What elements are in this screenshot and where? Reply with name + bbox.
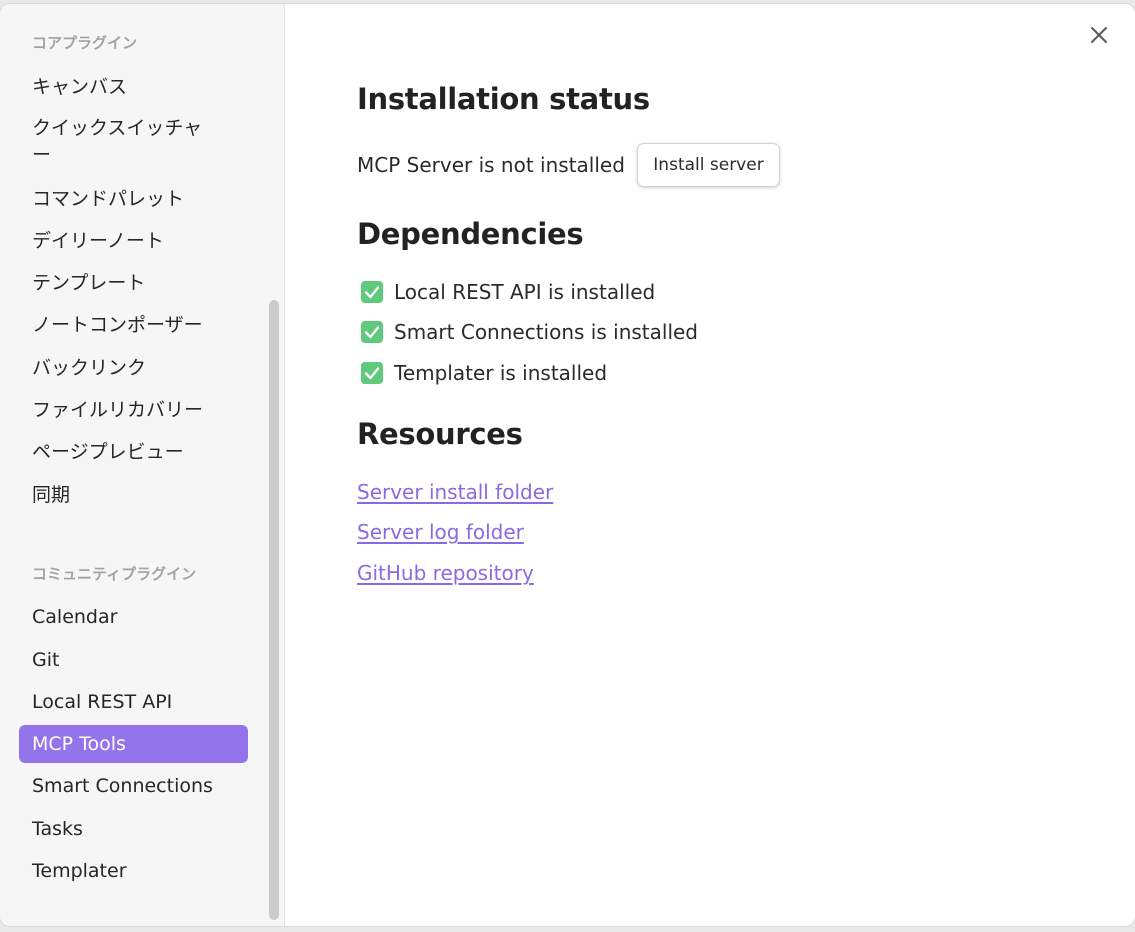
sidebar-item-command-palette[interactable]: コマンドパレット [19, 180, 248, 218]
server-log-folder-link[interactable]: Server log folder [357, 520, 524, 544]
settings-sidebar: コアプラグイン キャンバス クイックスイッチャー コマンドパレット デイリーノー… [0, 4, 285, 926]
sidebar-item-mcp-tools[interactable]: MCP Tools [19, 725, 248, 763]
server-status-text: MCP Server is not installed [357, 153, 625, 177]
sidebar-item-local-rest-api[interactable]: Local REST API [19, 683, 248, 721]
sidebar-item-templates[interactable]: テンプレート [19, 264, 248, 302]
sidebar-item-note-composer[interactable]: ノートコンポーザー [19, 306, 248, 344]
sidebar-item-page-preview[interactable]: ページプレビュー [19, 433, 248, 471]
sidebar-item-backlinks[interactable]: バックリンク [19, 349, 248, 387]
dependency-smart-connections: Smart Connections is installed [394, 320, 698, 344]
sidebar-item-tasks[interactable]: Tasks [19, 810, 248, 848]
sidebar-item-sync[interactable]: 同期 [19, 476, 248, 514]
checkbox-checked-icon [361, 281, 383, 303]
sidebar-item-quick-switcher[interactable]: クイックスイッチャー [19, 115, 219, 171]
sidebar-scrollbar[interactable] [269, 300, 279, 920]
sidebar-item-templater[interactable]: Templater [19, 852, 248, 890]
dependency-templater: Templater is installed [394, 361, 608, 385]
checkbox-checked-icon [361, 362, 383, 384]
sidebar-item-git[interactable]: Git [19, 641, 248, 679]
install-server-button[interactable]: Install server [637, 143, 780, 187]
settings-content: Installation status MCP Server is not in… [285, 4, 1135, 926]
dependency-local-rest-api: Local REST API is installed [394, 280, 656, 304]
settings-modal: コアプラグイン キャンバス クイックスイッチャー コマンドパレット デイリーノー… [0, 4, 1135, 926]
dependencies-heading: Dependencies [357, 217, 584, 251]
community-plugins-heading: コミュニティプラグイン [32, 565, 197, 583]
installation-status-heading: Installation status [357, 82, 650, 116]
sidebar-item-daily-notes[interactable]: デイリーノート [19, 222, 248, 260]
sidebar-item-smart-connections[interactable]: Smart Connections [19, 767, 248, 805]
sidebar-item-calendar[interactable]: Calendar [19, 598, 248, 636]
resources-heading: Resources [357, 417, 523, 451]
core-plugins-heading: コアプラグイン [32, 34, 138, 52]
github-repository-link[interactable]: GitHub repository [357, 561, 534, 585]
sidebar-item-canvas[interactable]: キャンバス [19, 68, 248, 106]
server-install-folder-link[interactable]: Server install folder [357, 480, 553, 504]
checkbox-checked-icon [361, 321, 383, 343]
sidebar-item-file-recovery[interactable]: ファイルリカバリー [19, 391, 248, 429]
